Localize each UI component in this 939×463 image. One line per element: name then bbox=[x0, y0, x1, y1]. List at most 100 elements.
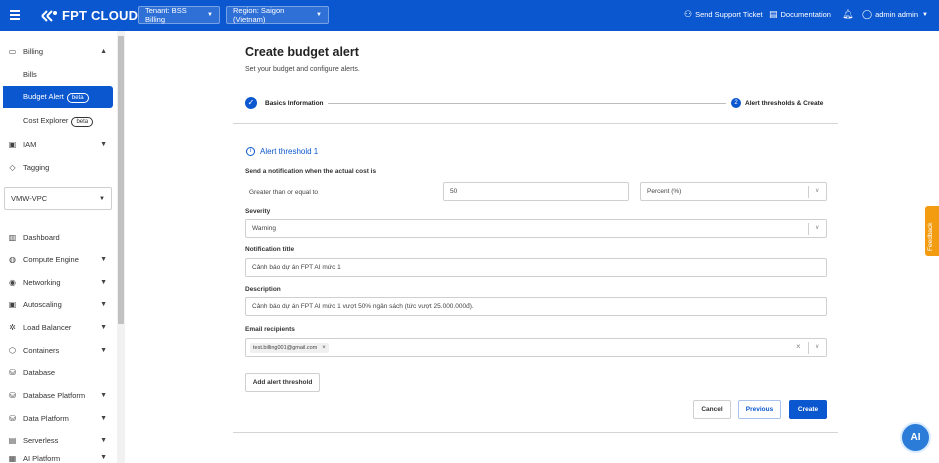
vpc-select-value: VMW-VPC bbox=[11, 194, 48, 203]
ai-icon: ▦ bbox=[8, 454, 17, 463]
alert-threshold-heading: i Alert threshold 1 bbox=[246, 147, 318, 156]
id-card-icon: ▣ bbox=[8, 139, 17, 149]
sidebar-item-database[interactable]: ⛁ Database bbox=[0, 361, 117, 383]
support-icon: ⚇ bbox=[684, 9, 693, 19]
alert-threshold-title: Alert threshold 1 bbox=[260, 147, 319, 156]
brand-logo[interactable]: FPT CLOUD bbox=[41, 8, 138, 23]
create-label: Create bbox=[797, 406, 819, 413]
bar-chart-icon: ▥ bbox=[8, 232, 17, 242]
wizard-stepper: ✓ Basics Information 2 Alert thresholds … bbox=[245, 97, 835, 111]
create-button[interactable]: Create bbox=[789, 400, 827, 419]
severity-value: Warning bbox=[252, 225, 276, 232]
tenant-label: Tenant: BSS Billing bbox=[145, 6, 187, 24]
previous-button[interactable]: Previous bbox=[738, 400, 781, 419]
unit-value: Percent (%) bbox=[647, 188, 682, 195]
support-ticket-link[interactable]: ⚇ Send Support Ticket bbox=[684, 9, 763, 20]
sidebar-item-label: Dashboard bbox=[23, 232, 60, 242]
sidebar-item-bills[interactable]: Bills bbox=[0, 63, 117, 85]
chevron-down-icon: ▼ bbox=[99, 195, 105, 202]
database-icon: ⛁ bbox=[9, 390, 16, 400]
step-basics-label[interactable]: Basics Information bbox=[265, 100, 324, 107]
condition-value: Greater than or equal to bbox=[249, 189, 319, 196]
send-notification-label: Send a notification when the actual cost… bbox=[245, 168, 377, 175]
page-subtitle: Set your budget and configure alerts. bbox=[245, 66, 360, 73]
sidebar-item-load-balancer[interactable]: ✲ Load Balancer ▼ bbox=[0, 316, 117, 338]
menu-icon[interactable] bbox=[10, 10, 20, 20]
gear-icon: ✲ bbox=[9, 322, 16, 332]
cost-explorer-label: Cost Explorer bbox=[23, 115, 69, 125]
description-input[interactable]: Cảnh báo dự án FPT AI mức 1 vượt 50% ngâ… bbox=[245, 297, 827, 316]
chevron-down-icon: ▼ bbox=[100, 300, 107, 308]
sidebar-item-cost-explorer[interactable]: Cost Explorer beta bbox=[0, 110, 117, 132]
description-label: Description bbox=[245, 286, 281, 293]
check-icon: ✓ bbox=[245, 97, 257, 109]
tenant-select[interactable]: Tenant: BSS Billing ▼ bbox=[138, 6, 220, 24]
sidebar-item-containers[interactable]: ⬡ Containers ▼ bbox=[0, 339, 117, 361]
database-icon: ⛁ bbox=[9, 413, 16, 423]
sidebar-item-label: Database Platform bbox=[23, 390, 86, 400]
sidebar-item-label: Data Platform bbox=[23, 413, 69, 423]
unit-select[interactable]: Percent (%) ∨ bbox=[640, 182, 827, 201]
step-connector bbox=[328, 103, 726, 104]
clear-icon[interactable]: × bbox=[796, 342, 801, 351]
sidebar-item-label: Billing bbox=[23, 46, 44, 56]
notification-title-label: Notification title bbox=[245, 246, 295, 253]
email-chip: test.billing001@gmail.com × bbox=[250, 342, 329, 353]
chevron-down-icon: ▼ bbox=[100, 278, 107, 286]
sidebar-item-tagging[interactable]: ◇ Tagging bbox=[0, 156, 117, 178]
step-number-badge: 2 bbox=[731, 98, 741, 108]
sidebar-item-dashboard[interactable]: ▥ Dashboard bbox=[0, 226, 117, 248]
email-recipients-select[interactable]: test.billing001@gmail.com × × ∨ bbox=[245, 338, 827, 357]
sidebar-item-serverless[interactable]: ▤ Serverless ▼ bbox=[0, 429, 117, 451]
support-label: Send Support Ticket bbox=[695, 10, 763, 19]
top-bar: FPT CLOUD Tenant: BSS Billing ▼ Region: S… bbox=[0, 0, 939, 31]
chevron-down-icon: ▼ bbox=[922, 11, 928, 18]
ai-assistant-icon[interactable]: AI bbox=[900, 422, 931, 453]
sidebar-item-label: Containers bbox=[23, 345, 60, 355]
wallet-icon: ▭ bbox=[8, 46, 17, 56]
sidebar-item-ai-platform[interactable]: ▦ AI Platform ▼ bbox=[0, 451, 117, 463]
feedback-label: Feedback bbox=[927, 222, 934, 251]
sidebar-item-billing[interactable]: ▭ Billing ▲ bbox=[0, 40, 117, 62]
sidebar-item-label: Database bbox=[23, 367, 56, 377]
sidebar-item-database-platform[interactable]: ⛁ Database Platform ▼ bbox=[0, 384, 117, 406]
documentation-label: Documentation bbox=[780, 10, 831, 19]
sidebar-item-label: AI Platform bbox=[23, 454, 61, 463]
add-alert-threshold-button[interactable]: Add alert threshold bbox=[245, 373, 320, 392]
notification-title-input[interactable]: Cảnh báo dự án FPT AI mức 1 bbox=[245, 258, 827, 277]
sidebar-item-data-platform[interactable]: ⛁ Data Platform ▼ bbox=[0, 407, 117, 429]
page-title: Create budget alert bbox=[245, 45, 359, 59]
sidebar-item-iam[interactable]: ▣ IAM ▼ bbox=[0, 133, 117, 155]
sidebar-item-autoscaling[interactable]: ▣ Autoscaling ▼ bbox=[0, 293, 117, 315]
sidebar-item-label: Compute Engine bbox=[23, 254, 79, 264]
chevron-down-icon: ▼ bbox=[100, 391, 107, 399]
sidebar-scrollbar-thumb[interactable] bbox=[118, 36, 124, 324]
document-icon: ▤ bbox=[769, 9, 778, 19]
previous-label: Previous bbox=[745, 406, 774, 413]
sidebar-item-compute-engine[interactable]: ◍ Compute Engine ▼ bbox=[0, 248, 117, 270]
user-menu[interactable]: ◯ admin admin ▼ bbox=[862, 9, 928, 20]
severity-select[interactable]: Warning ∨ bbox=[245, 219, 827, 238]
user-icon: ◯ bbox=[862, 9, 873, 19]
cancel-button[interactable]: Cancel bbox=[693, 400, 731, 419]
sidebar-item-networking[interactable]: ◉ Networking ▼ bbox=[0, 271, 117, 293]
chevron-up-icon: ▲ bbox=[100, 47, 107, 55]
region-select[interactable]: Region: Saigon (Vietnam) ▼ bbox=[226, 6, 329, 24]
network-icon: ◉ bbox=[9, 277, 16, 287]
chevron-down-icon: ▼ bbox=[100, 414, 107, 422]
sidebar-item-budget-alert[interactable]: Budget Alert beta bbox=[3, 86, 113, 108]
close-icon[interactable]: × bbox=[322, 345, 326, 351]
select-separator bbox=[808, 186, 809, 198]
vpc-select[interactable]: VMW-VPC ▼ bbox=[4, 187, 112, 210]
amount-input[interactable]: 50 bbox=[443, 182, 629, 201]
beta-badge: beta bbox=[71, 116, 94, 127]
tag-icon: ◇ bbox=[9, 162, 16, 172]
globe-icon: ◍ bbox=[9, 254, 16, 264]
documentation-link[interactable]: ▤ Documentation bbox=[769, 9, 831, 20]
region-label: Region: Saigon (Vietnam) bbox=[233, 6, 285, 24]
select-separator bbox=[808, 223, 809, 235]
notifications-bell[interactable]: 🔔︎ bbox=[842, 9, 856, 20]
condition-select[interactable]: Greater than or equal to bbox=[243, 183, 441, 202]
feedback-tab[interactable]: Feedback bbox=[925, 206, 939, 256]
chevron-down-icon: ▼ bbox=[100, 140, 107, 148]
